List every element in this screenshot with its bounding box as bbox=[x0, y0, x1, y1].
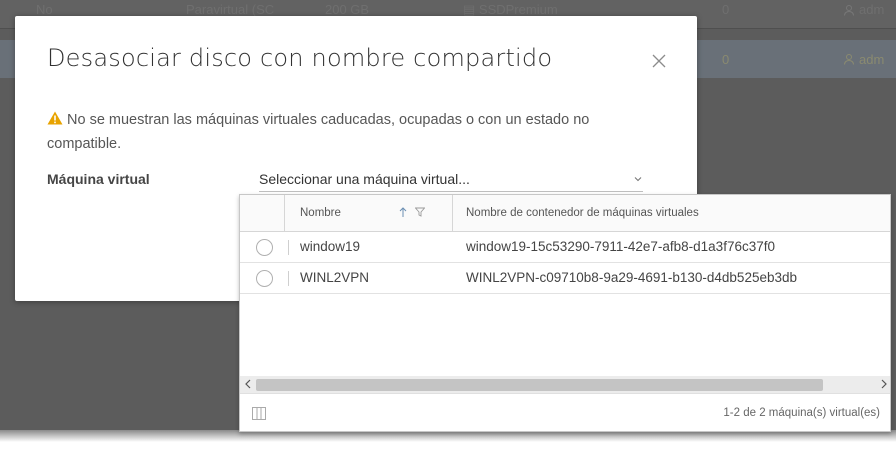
cell-container: WINL2VPN-c09710b8-9a29-4691-b130-d4db525… bbox=[466, 270, 797, 285]
close-icon bbox=[652, 54, 666, 68]
bg-cell: 0 bbox=[722, 2, 730, 17]
cell-name: window19 bbox=[300, 239, 361, 254]
row-divider bbox=[288, 271, 289, 286]
virtual-machine-label: Máquina virtual bbox=[47, 171, 150, 187]
bg-cell: 200 GB bbox=[325, 2, 370, 17]
bg-cell-user: adm bbox=[843, 52, 884, 67]
bg-cell-user: adm bbox=[843, 2, 884, 17]
virtual-machine-select[interactable]: Seleccionar una máquina virtual... bbox=[259, 168, 643, 192]
user-icon bbox=[844, 54, 854, 65]
select-placeholder: Seleccionar una máquina virtual... bbox=[259, 171, 470, 187]
cell-name: WINL2VPN bbox=[300, 270, 370, 285]
horizontal-scrollbar[interactable] bbox=[240, 376, 890, 393]
bg-cell: No bbox=[36, 2, 53, 17]
user-icon bbox=[844, 4, 854, 16]
virtual-machine-grid: Nombre Nombre de contenedor de máquinas … bbox=[239, 194, 891, 432]
close-button[interactable] bbox=[648, 50, 670, 72]
bg-cell: Paravirtual (SC bbox=[186, 2, 275, 17]
column-divider bbox=[284, 195, 285, 232]
bg-cell: 0 bbox=[722, 51, 730, 67]
grid-header: Nombre Nombre de contenedor de máquinas … bbox=[240, 195, 890, 232]
modal-title: Desasociar disco con nombre compartido bbox=[47, 44, 553, 72]
disk-icon: ▤ bbox=[463, 1, 479, 17]
scroll-right-icon[interactable] bbox=[880, 379, 888, 389]
warning-triangle-icon bbox=[47, 111, 63, 125]
grid-footer: 1-2 de 2 máquina(s) virtual(es) bbox=[240, 393, 890, 431]
sort-ascending-icon[interactable] bbox=[398, 206, 408, 218]
scroll-left-icon[interactable] bbox=[244, 379, 252, 389]
cell-container: window19-15c53290-7911-42e7-afb8-d1a3f76… bbox=[466, 239, 775, 254]
row-radio[interactable] bbox=[256, 270, 273, 287]
column-header-container[interactable]: Nombre de contenedor de máquinas virtual… bbox=[466, 207, 699, 219]
chevron-down-icon bbox=[634, 177, 642, 182]
scrollbar-thumb[interactable] bbox=[256, 379, 823, 391]
column-divider bbox=[452, 195, 453, 232]
table-row[interactable]: WINL2VPN WINL2VPN-c09710b8-9a29-4691-b13… bbox=[240, 263, 890, 294]
column-header-name[interactable]: Nombre bbox=[300, 207, 341, 219]
row-divider bbox=[288, 240, 289, 255]
column-toggle-icon[interactable] bbox=[252, 407, 266, 420]
row-radio[interactable] bbox=[256, 239, 273, 256]
warning-message: No se muestran las máquinas virtuales ca… bbox=[47, 108, 647, 156]
filter-icon[interactable] bbox=[415, 207, 425, 217]
pagination-summary: 1-2 de 2 máquina(s) virtual(es) bbox=[723, 407, 880, 419]
warning-text: No se muestran las máquinas virtuales ca… bbox=[47, 112, 590, 152]
table-row[interactable]: window19 window19-15c53290-7911-42e7-afb… bbox=[240, 232, 890, 263]
